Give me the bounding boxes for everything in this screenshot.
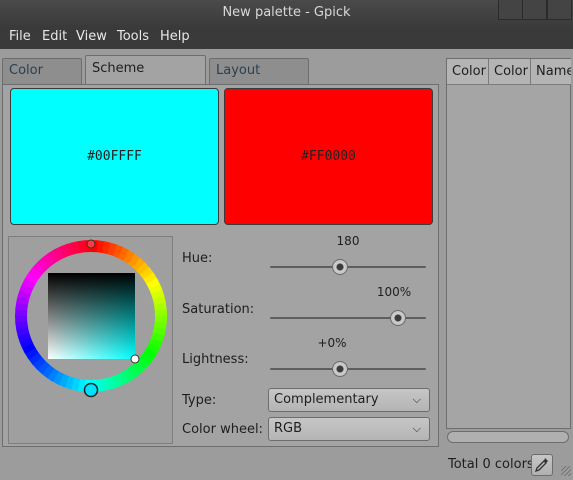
menu-file[interactable]: File	[9, 29, 31, 44]
menu-help[interactable]: Help	[160, 29, 190, 44]
color-wheel-panel	[8, 236, 173, 444]
chevron-down-icon: ⌵	[412, 393, 421, 406]
column-header-name[interactable]: Name	[531, 59, 571, 85]
color-wheel-select[interactable]: RGB ⌵	[268, 417, 430, 441]
tab-scheme-generation[interactable]: Scheme generation	[85, 55, 206, 102]
resize-grip[interactable]	[561, 466, 571, 476]
tab-layout-preview[interactable]: Layout preview	[209, 58, 309, 102]
status-total-colors: Total 0 colors	[448, 457, 534, 472]
saturation-value-square[interactable]	[48, 273, 135, 359]
saturation-slider-handle[interactable]	[390, 310, 406, 326]
close-button[interactable]	[547, 0, 572, 20]
hue-slider[interactable]	[270, 266, 426, 268]
color-swatch-primary[interactable]: #00FFFF	[10, 88, 219, 225]
complement-marker[interactable]	[86, 239, 96, 249]
minimize-button[interactable]	[498, 0, 523, 20]
saturation-label: Saturation:	[182, 302, 255, 317]
column-header-color-2[interactable]: Color	[489, 59, 531, 85]
menu-tools[interactable]: Tools	[117, 29, 149, 44]
type-select-value: Complementary	[274, 392, 379, 407]
window-titlebar: New palette - Gpick	[0, 0, 573, 25]
color-wheel-select-value: RGB	[274, 421, 303, 436]
primary-marker[interactable]	[83, 382, 99, 398]
color-swatch-complement[interactable]: #FF0000	[224, 88, 433, 225]
color-wheel[interactable]	[9, 237, 174, 445]
value-marker[interactable]	[130, 354, 140, 364]
menu-view[interactable]: View	[76, 29, 107, 44]
palette-list[interactable]: Color Color Name	[446, 58, 571, 429]
lightness-label: Lightness:	[182, 352, 249, 367]
lightness-slider[interactable]	[270, 368, 426, 370]
type-select[interactable]: Complementary ⌵	[268, 388, 430, 412]
column-header-color[interactable]: Color	[447, 59, 489, 85]
menu-bar: File Edit View Tools Help	[0, 25, 573, 49]
type-label: Type:	[182, 393, 217, 408]
chevron-down-icon: ⌵	[412, 422, 421, 435]
lightness-value: +0%	[317, 336, 347, 350]
swatch-hex-label: #FF0000	[301, 149, 356, 164]
lightness-slider-handle[interactable]	[332, 361, 348, 377]
eyedropper-icon	[534, 458, 548, 473]
eyedropper-button[interactable]	[531, 454, 553, 476]
maximize-button[interactable]	[522, 0, 547, 20]
hue-slider-handle[interactable]	[332, 259, 348, 275]
menu-edit[interactable]: Edit	[42, 29, 67, 44]
hue-value: 180	[336, 234, 360, 248]
saturation-value: 100%	[376, 285, 412, 299]
palette-list-scrollbar[interactable]	[447, 431, 569, 443]
color-wheel-label: Color wheel:	[182, 422, 263, 437]
hue-label: Hue:	[182, 251, 213, 266]
tab-color-picker[interactable]: Color picker	[2, 58, 82, 102]
swatch-hex-label: #00FFFF	[87, 149, 142, 164]
window-title: New palette - Gpick	[222, 5, 351, 20]
